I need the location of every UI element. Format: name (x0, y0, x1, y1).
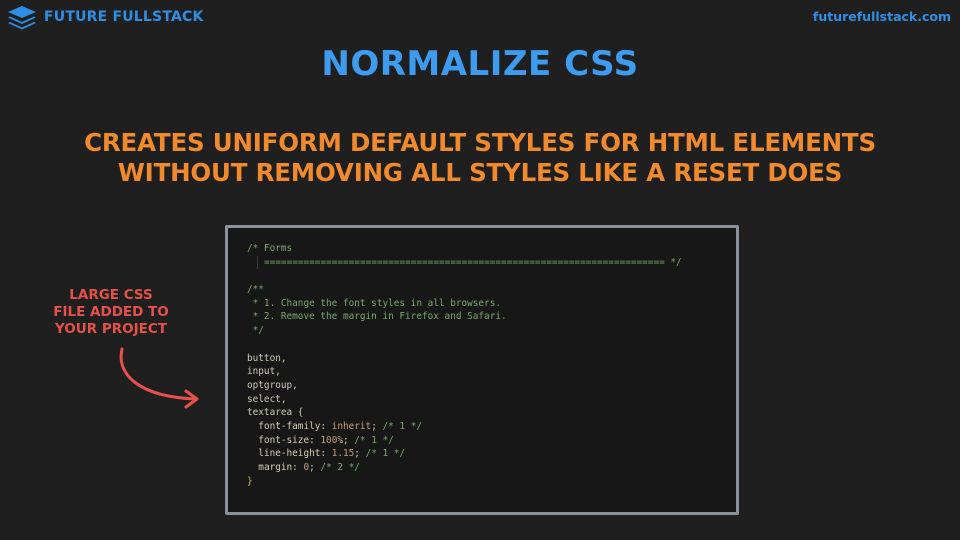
brand-name: FUTURE FULLSTACK (44, 9, 204, 25)
subtitle-line-1: CREATES UNIFORM DEFAULT STYLES FOR HTML … (84, 128, 876, 157)
code-block: /* Forms ================================… (247, 242, 682, 488)
code-snippet-frame: /* Forms ================================… (225, 225, 739, 515)
brand[interactable]: FUTURE FULLSTACK (6, 4, 204, 30)
declaration-comment: /* 2 */ (320, 462, 360, 473)
stack-layers-icon (8, 6, 36, 30)
annotation-note: LARGE CSS FILE ADDED TO YOUR PROJECT (38, 287, 184, 338)
code-comment-divider: ========================================… (257, 255, 682, 270)
annotation-line-1: LARGE CSS (69, 287, 153, 303)
annotation-line-3: YOUR PROJECT (55, 321, 167, 337)
declaration-value: 0 (303, 462, 310, 473)
curved-arrow-icon (119, 347, 199, 409)
code-declaration: margin: 0; /* 2 */ (258, 462, 360, 473)
code-doc-open: /** (247, 284, 264, 296)
declaration-value: 100% (320, 434, 343, 446)
slide-title: NORMALIZE CSS (321, 44, 639, 84)
code-declaration: font-size: 100%; /* 1 */ (258, 434, 394, 446)
code-doc-close: */ (247, 325, 264, 337)
annotation-line-2: FILE ADDED TO (53, 304, 169, 320)
code-doc-line-1: * 1. Change the font styles in all brows… (247, 297, 501, 309)
code-selector-optgroup: optgroup, (247, 379, 298, 391)
declaration-property: font-size (258, 434, 310, 446)
subtitle-line-2: WITHOUT REMOVING ALL STYLES LIKE A RESET… (117, 158, 843, 187)
code-doc-line-2: * 2. Remove the margin in Firefox and Sa… (247, 311, 507, 323)
code-declaration: font-family: inherit; /* 1 */ (258, 420, 423, 432)
code-declaration: line-height: 1.15; /* 1 */ (258, 448, 406, 460)
declaration-property: line-height (258, 448, 321, 460)
code-selector-textarea: textarea { (247, 407, 304, 419)
code-comment-forms: /* Forms (247, 243, 293, 254)
declaration-property: font-family (258, 420, 321, 432)
code-selector-input: input, (247, 366, 281, 378)
declaration-comment: /* 1 */ (354, 434, 394, 446)
slide-subtitle: CREATES UNIFORM DEFAULT STYLES FOR HTML … (80, 128, 880, 188)
code-selector-button: button, (247, 352, 287, 364)
declaration-comment: /* 1 */ (382, 420, 423, 432)
declaration-comment: /* 1 */ (365, 448, 406, 460)
declaration-property: margin (258, 462, 293, 473)
code-close-brace: } (247, 475, 253, 487)
code-selector-select: select, (247, 393, 287, 405)
declaration-value: 1.15 (331, 448, 355, 460)
site-url-link[interactable]: futurefullstack.com (813, 9, 951, 24)
declaration-value: inherit (331, 420, 372, 432)
